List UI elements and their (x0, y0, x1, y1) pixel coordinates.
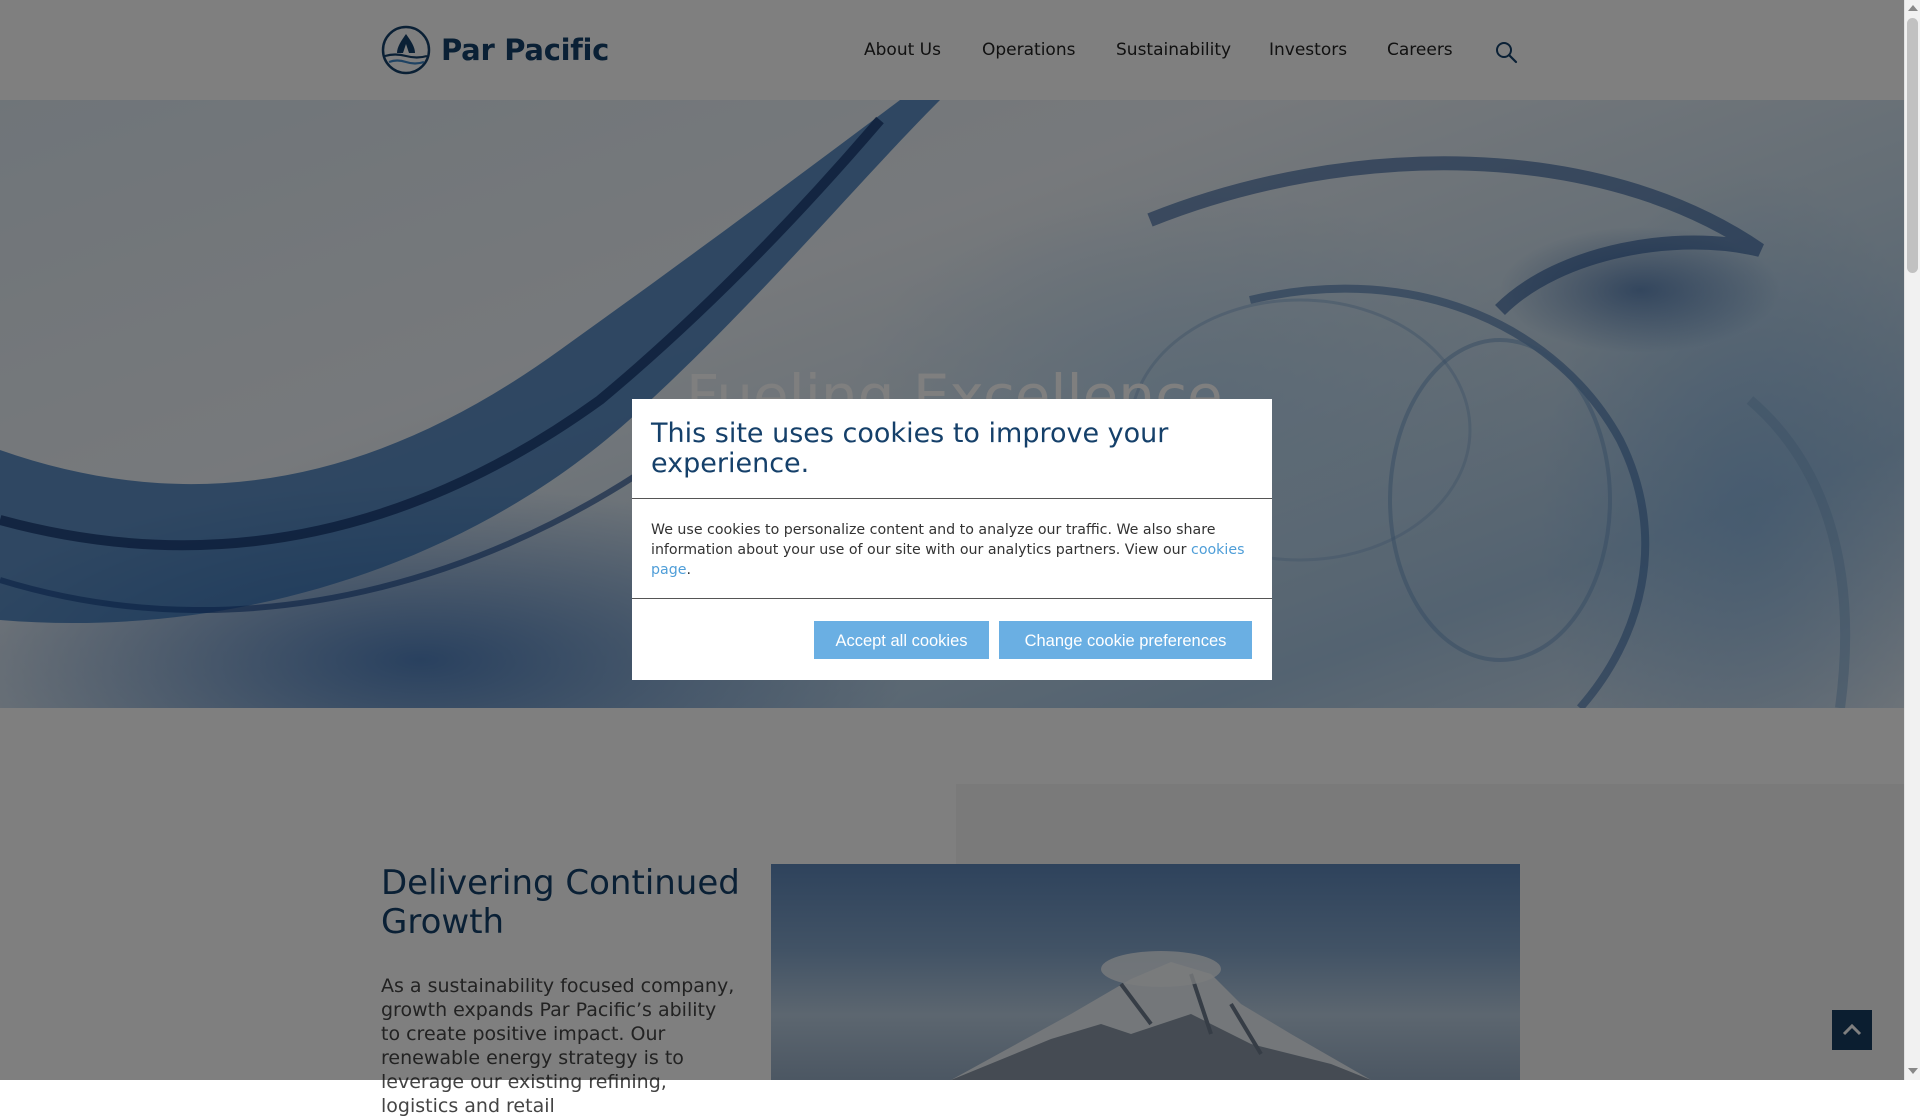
cookie-dialog-footer: Accept all cookies Change cookie prefere… (632, 599, 1272, 679)
accept-all-cookies-button[interactable]: Accept all cookies (814, 621, 989, 659)
cookie-dialog-body: We use cookies to personalize content an… (632, 499, 1272, 599)
scrollbar-thumb[interactable] (1907, 18, 1918, 273)
change-cookie-preferences-button[interactable]: Change cookie preferences (999, 621, 1252, 659)
cookie-dialog-header: This site uses cookies to improve your e… (632, 399, 1272, 499)
cookie-consent-dialog: This site uses cookies to improve your e… (632, 399, 1272, 680)
page-scrollbar[interactable] (1904, 0, 1920, 1080)
cookie-dialog-title: This site uses cookies to improve your e… (651, 418, 1169, 479)
scroll-up-arrow-icon[interactable] (1908, 5, 1918, 11)
scroll-down-arrow-icon[interactable] (1908, 1068, 1918, 1074)
cookie-dialog-text-end: . (686, 562, 691, 578)
cookie-dialog-text: We use cookies to personalize content an… (651, 522, 1216, 558)
